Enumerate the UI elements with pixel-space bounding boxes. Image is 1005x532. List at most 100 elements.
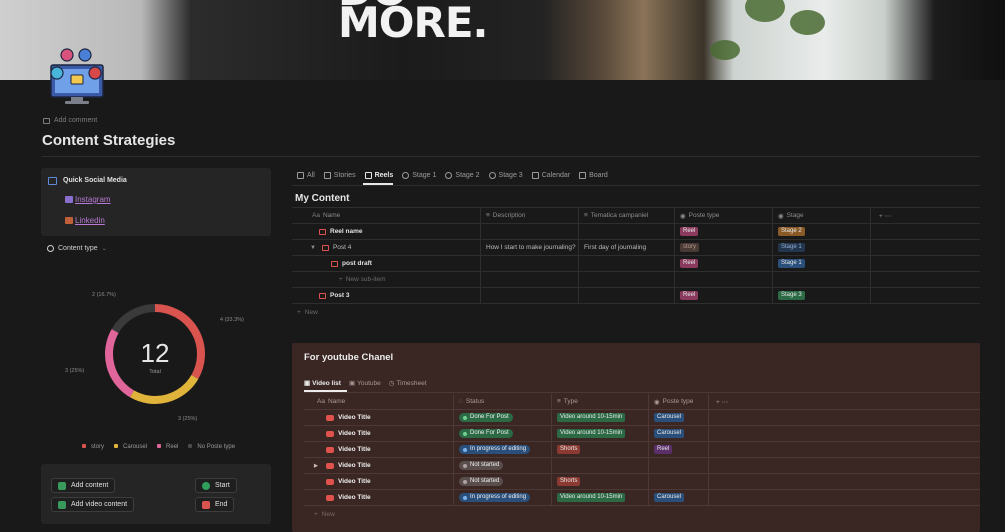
page-title[interactable]: Content Strategies — [42, 132, 175, 149]
row-name[interactable]: ▼ Post 4 — [307, 240, 481, 255]
row-stage[interactable]: Stage 1 — [773, 256, 871, 271]
row-tematica[interactable] — [579, 288, 675, 303]
table-row[interactable]: post draft Reel Stage 1 — [292, 256, 980, 272]
table-row[interactable]: ▶ Video Title Not started — [304, 458, 980, 474]
tab-calendar[interactable]: Calendar — [531, 172, 570, 179]
table-row[interactable]: ▼ Post 4 How I start to make journaling? … — [292, 240, 980, 256]
chart-legend: story Carousel Reel No Poste type — [82, 444, 235, 450]
computer-social-icon[interactable] — [47, 47, 107, 105]
row-name[interactable]: Reel name — [307, 224, 481, 239]
instagram-link[interactable]: Instagram — [65, 195, 111, 204]
linkedin-link[interactable]: Linkedin — [65, 216, 105, 225]
stage-tag: Stage 1 — [778, 259, 805, 268]
row-tematica[interactable] — [579, 224, 675, 239]
my-content-title[interactable]: My Content — [295, 193, 349, 204]
content-type-toggle[interactable]: Content type ⌄ — [47, 245, 107, 252]
row-poste-type[interactable]: story — [675, 240, 773, 255]
add-video-content-button[interactable]: Add video content — [51, 497, 135, 512]
table-row[interactable]: Video Title Done For Post Video around 10-… — [304, 410, 980, 426]
row-tematica[interactable] — [579, 256, 675, 271]
column-header-description[interactable]: ≡ Description — [481, 208, 579, 223]
tab-video-list[interactable]: ▣ Video list — [304, 379, 341, 387]
row-name[interactable]: Video Title — [312, 490, 454, 505]
tab-youtube[interactable]: ▣ Youtube — [349, 379, 381, 387]
row-tematica[interactable]: First day of journaling — [579, 240, 675, 255]
row-stage[interactable]: Stage 2 — [773, 224, 871, 239]
row-name[interactable]: Video Title — [312, 410, 454, 425]
row-status[interactable]: In progress of editing — [454, 442, 552, 457]
table-row[interactable]: Video Title In progress of editing Video a… — [304, 490, 980, 506]
table-row[interactable]: Video Title Not started Shorts — [304, 474, 980, 490]
row-name[interactable]: ▶ Video Title — [312, 458, 454, 473]
row-status[interactable]: Not started — [454, 458, 552, 473]
column-header-poste-type[interactable]: ◉ Poste type — [649, 394, 709, 409]
row-poste-type[interactable] — [649, 474, 709, 489]
column-header-name[interactable]: Aa Name — [307, 208, 481, 223]
row-stage[interactable]: Stage 3 — [773, 288, 871, 303]
row-poste-type[interactable]: Carousel — [649, 426, 709, 441]
column-header-tematica[interactable]: ≡ Tematica campaniel — [579, 208, 675, 223]
tab-stage-2[interactable]: Stage 2 — [445, 172, 480, 179]
table-row[interactable]: Video Title Done For Post Video around 10-… — [304, 426, 980, 442]
tab-stage-1[interactable]: Stage 1 — [402, 172, 436, 179]
column-header-status[interactable]: ◌ Status — [454, 394, 552, 409]
row-type[interactable]: Shorts — [552, 442, 649, 457]
youtube-title[interactable]: For youtube Chanel — [304, 352, 393, 363]
donut-slice-no-poste-type[interactable] — [111, 304, 156, 334]
row-description[interactable] — [481, 288, 579, 303]
row-status[interactable]: Not started — [454, 474, 552, 489]
row-poste-type[interactable]: Reel — [675, 288, 773, 303]
end-button[interactable]: End — [195, 497, 235, 512]
tab-board[interactable]: Board — [579, 172, 608, 179]
tab-all[interactable]: All — [297, 172, 315, 179]
table-row[interactable]: Post 3 Reel Stage 3 — [292, 288, 980, 304]
table-row[interactable]: Reel name Reel Stage 2 — [292, 224, 980, 240]
new-sub-item-row[interactable]: + New sub-item — [292, 272, 980, 288]
row-name[interactable]: Video Title — [312, 426, 454, 441]
row-type[interactable]: Video around 10-15min — [552, 410, 649, 425]
row-poste-type[interactable] — [649, 458, 709, 473]
row-status[interactable]: Done For Post — [454, 410, 552, 425]
row-type[interactable]: Video around 10-15min — [552, 490, 649, 505]
row-name[interactable]: Post 3 — [307, 288, 481, 303]
row-poste-type[interactable]: Reel — [675, 224, 773, 239]
add-column-button[interactable]: + ⋯ — [711, 394, 741, 409]
row-poste-type[interactable]: Reel — [649, 442, 709, 457]
row-stage[interactable]: Stage 1 — [773, 240, 871, 255]
column-header-poste-type[interactable]: ◉ Poste type — [675, 208, 773, 223]
row-name[interactable]: Video Title — [312, 474, 454, 489]
row-description[interactable]: How I start to make journaling? — [481, 240, 579, 255]
donut-slice-story[interactable] — [105, 329, 135, 398]
row-name[interactable]: post draft — [307, 256, 481, 271]
chevron-down-icon[interactable]: ▼ — [310, 245, 316, 251]
row-poste-type[interactable]: Carousel — [649, 490, 709, 505]
tab-stories[interactable]: Stories — [323, 172, 356, 179]
column-header-type[interactable]: ≡ Type — [552, 394, 649, 409]
add-column-button[interactable]: + ⋯ — [874, 208, 904, 223]
row-type[interactable] — [552, 458, 649, 473]
new-sub-item-button[interactable]: + New sub-item — [307, 272, 481, 287]
row-description[interactable] — [481, 256, 579, 271]
column-header-stage[interactable]: ◉ Stage — [773, 208, 871, 223]
row-poste-type[interactable]: Carousel — [649, 410, 709, 425]
row-poste-type[interactable]: Reel — [675, 256, 773, 271]
start-button[interactable]: Start — [195, 478, 237, 493]
row-type[interactable]: Video around 10-15min — [552, 426, 649, 441]
row-name[interactable]: Video Title — [312, 442, 454, 457]
tab-timesheet[interactable]: ◷ Timesheet — [389, 379, 427, 387]
column-header-name[interactable]: Aa Name — [312, 394, 454, 409]
row-status[interactable]: In progress of editing — [454, 490, 552, 505]
tab-stage-3[interactable]: Stage 3 — [488, 172, 523, 179]
table-row[interactable]: Video Title In progress of editing Shorts R… — [304, 442, 980, 458]
add-content-button[interactable]: Add content — [51, 478, 116, 493]
add-comment-button[interactable]: Add comment — [43, 117, 97, 124]
new-row-button[interactable]: + New — [304, 506, 980, 522]
tab-reels[interactable]: Reels — [364, 172, 393, 179]
new-row-button[interactable]: + New — [292, 304, 980, 320]
row-type[interactable]: Shorts — [552, 474, 649, 489]
row-status[interactable]: Done For Post — [454, 426, 552, 441]
donut-slice-carousel[interactable] — [130, 374, 199, 404]
chevron-right-icon[interactable]: ▶ — [314, 463, 318, 469]
text-lines-icon: ≡ — [584, 212, 588, 219]
row-description[interactable] — [481, 224, 579, 239]
